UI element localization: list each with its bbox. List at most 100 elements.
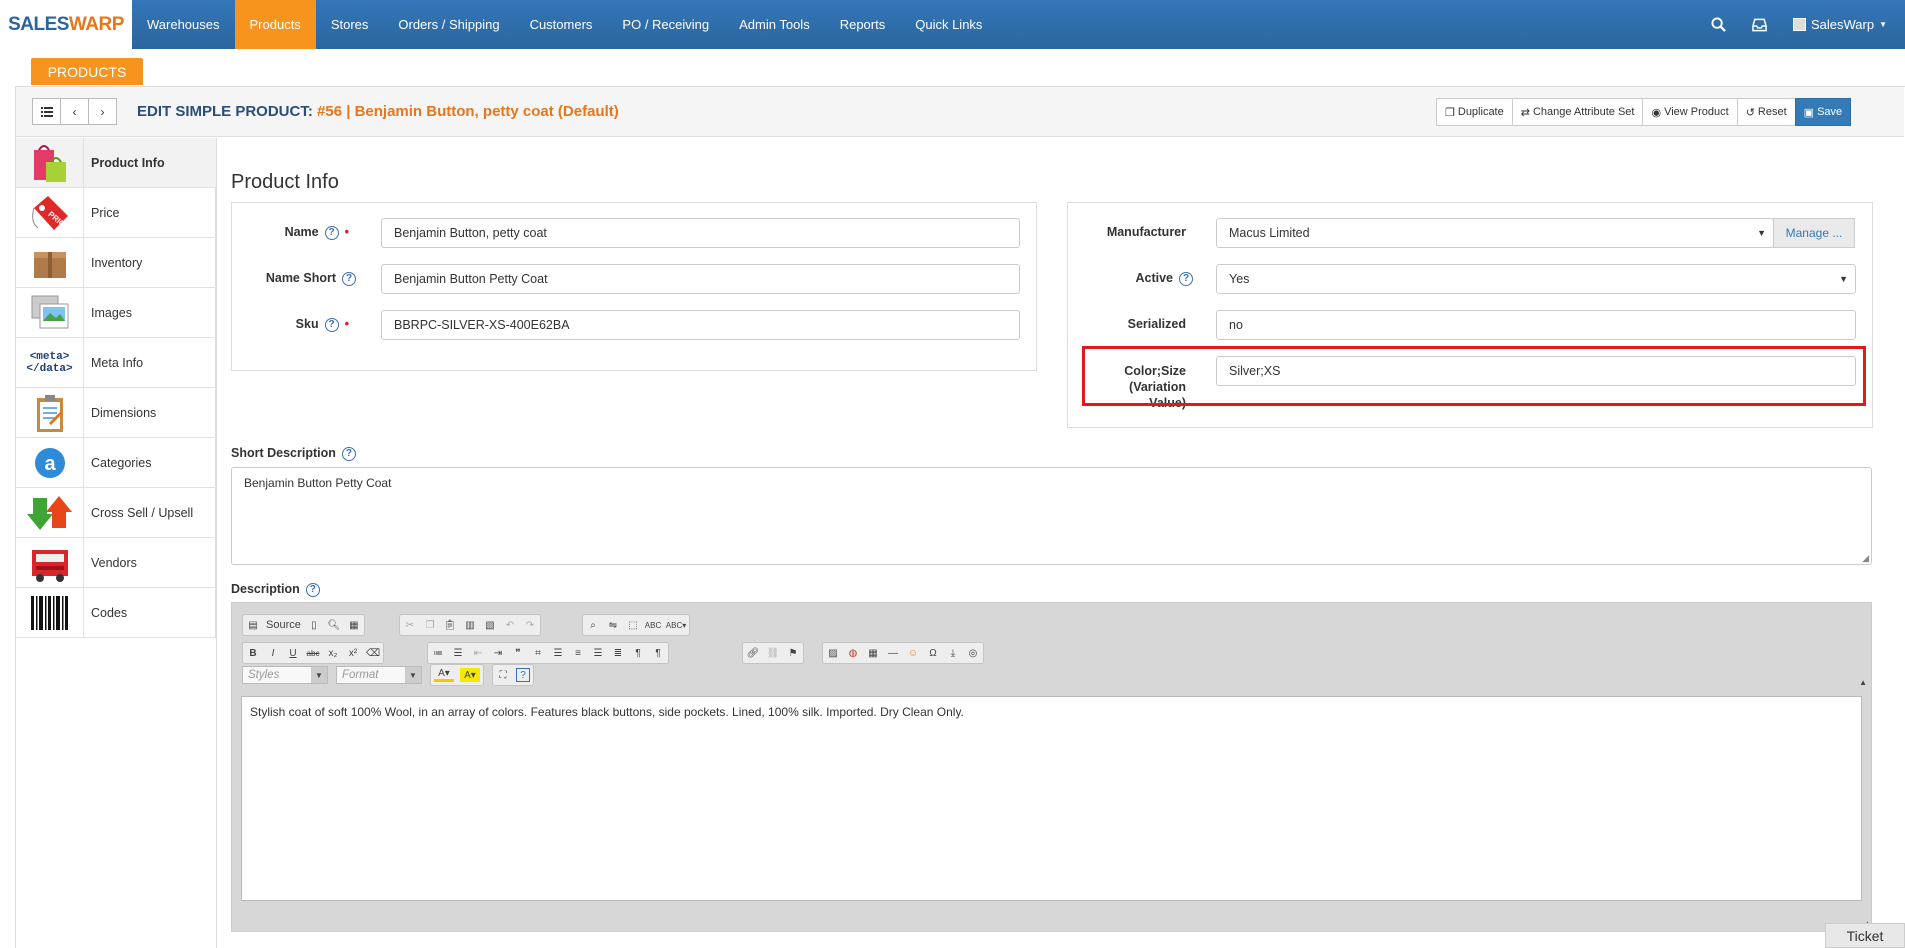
sidebar-item-categories[interactable]: a Categories [16, 437, 216, 488]
italic-icon[interactable]: I [266, 646, 280, 660]
format-dropdown[interactable]: Format ▼ [336, 666, 422, 684]
flash-icon[interactable]: ◍ [846, 646, 860, 660]
help-icon[interactable]: ? [1179, 271, 1193, 286]
source-button[interactable]: Source [266, 619, 301, 631]
div-container-icon[interactable]: ⌗ [531, 646, 545, 660]
align-left-icon[interactable]: ☰ [551, 646, 565, 660]
iframe-icon[interactable]: ◎ [966, 646, 980, 660]
resize-handle-icon[interactable]: ◢ [1862, 553, 1869, 564]
nav-item-po-receiving[interactable]: PO / Receiving [607, 0, 724, 49]
short-description-textarea[interactable]: Benjamin Button Petty Coat ◢ [231, 467, 1872, 565]
ticket-button[interactable]: Ticket [1825, 923, 1905, 948]
name-short-input[interactable]: Benjamin Button Petty Coat [381, 264, 1020, 294]
user-menu[interactable]: SalesWarp ▼ [1792, 17, 1887, 32]
sidebar-item-cross-sell-upsell[interactable]: Cross Sell / Upsell [16, 487, 216, 538]
select-all-icon[interactable]: ⬚ [626, 618, 640, 632]
manufacturer-select[interactable]: Macus Limited ▼ [1216, 218, 1774, 248]
replace-icon[interactable]: ⇋ [606, 618, 620, 632]
list-view-button[interactable] [32, 98, 61, 125]
nav-item-warehouses[interactable]: Warehouses [132, 0, 235, 49]
help-icon[interactable]: ? [341, 446, 356, 461]
bold-icon[interactable]: B [246, 646, 260, 660]
maximize-icon[interactable]: ⛶ [496, 668, 510, 682]
editor-content-area[interactable]: Stylish coat of soft 100% Wool, in an ar… [241, 696, 1862, 901]
active-select[interactable]: Yes ▼ [1216, 264, 1856, 294]
nav-item-admin-tools[interactable]: Admin Tools [724, 0, 825, 49]
find-icon[interactable]: ⌕ [586, 618, 600, 632]
collapse-toolbar-icon[interactable]: ▲ [1859, 678, 1867, 687]
cut-icon[interactable]: ✂ [403, 618, 417, 632]
paste-text-icon[interactable]: ▥ [463, 618, 477, 632]
products-section-tab[interactable]: PRODUCTS [31, 58, 143, 85]
underline-icon[interactable]: U [286, 646, 300, 660]
sidebar-item-vendors[interactable]: Vendors [16, 537, 216, 588]
templates-icon[interactable]: ▦ [347, 618, 361, 632]
nav-item-products[interactable]: Products [234, 0, 316, 49]
horizontal-line-icon[interactable]: — [886, 646, 900, 660]
superscript-icon[interactable]: x² [346, 646, 360, 660]
save-button[interactable]: ▣ Save [1794, 98, 1852, 126]
help-icon[interactable]: ? [305, 582, 320, 597]
paste-icon[interactable]: 📋︎ [443, 618, 457, 632]
paste-word-icon[interactable]: ▧ [483, 618, 497, 632]
reset-button[interactable]: ↺ Reset [1736, 98, 1796, 126]
remove-format-icon[interactable]: ⌫ [366, 646, 380, 660]
sidebar-item-product-info[interactable]: Product Info [16, 137, 216, 188]
sidebar-item-inventory[interactable]: Inventory [16, 237, 216, 288]
outdent-icon[interactable]: ⇤ [471, 646, 485, 660]
link-icon[interactable]: 🔗︎ [746, 646, 760, 660]
text-direction-rtl-icon[interactable]: ¶ [651, 646, 665, 660]
align-right-icon[interactable]: ☰ [591, 646, 605, 660]
anchor-flag-icon[interactable]: ⚑ [786, 646, 800, 660]
bulleted-list-icon[interactable]: ☰ [451, 646, 465, 660]
about-help-icon[interactable]: ? [516, 668, 530, 682]
align-center-icon[interactable]: ≡ [571, 646, 585, 660]
image-icon[interactable]: ▨ [826, 646, 840, 660]
indent-icon[interactable]: ⇥ [491, 646, 505, 660]
subscript-icon[interactable]: x₂ [326, 646, 340, 660]
undo-icon[interactable]: ↶ [503, 618, 517, 632]
nav-item-customers[interactable]: Customers [515, 0, 608, 49]
nav-item-quick-links[interactable]: Quick Links [900, 0, 997, 49]
duplicate-button[interactable]: ❐ Duplicate [1436, 98, 1513, 126]
preview-icon[interactable]: 🔍︎ [327, 618, 341, 632]
styles-dropdown[interactable]: Styles ▼ [242, 666, 328, 684]
new-page-icon[interactable]: ▯ [307, 618, 321, 632]
spellcheck-icon[interactable]: ABC [645, 618, 661, 632]
serialized-input[interactable]: no [1216, 310, 1856, 340]
saleswarp-logo[interactable]: SALES WARP [0, 0, 132, 49]
help-icon[interactable]: ? [324, 225, 339, 240]
sku-input[interactable]: BBRPC-SILVER-XS-400E62BA [381, 310, 1020, 340]
special-char-icon[interactable]: Ω [926, 646, 940, 660]
previous-record-button[interactable]: ‹ [60, 98, 89, 125]
help-icon[interactable]: ? [342, 271, 356, 286]
help-icon[interactable]: ? [324, 317, 339, 332]
sidebar-item-images[interactable]: Images [16, 287, 216, 338]
next-record-button[interactable]: › [88, 98, 117, 125]
background-color-icon[interactable]: A▾ [460, 668, 480, 682]
nav-item-orders-shipping[interactable]: Orders / Shipping [383, 0, 514, 49]
table-icon[interactable]: ▦ [866, 646, 880, 660]
name-input[interactable]: Benjamin Button, petty coat [381, 218, 1020, 248]
page-break-icon[interactable]: ⤓ [946, 646, 960, 660]
sidebar-item-dimensions[interactable]: Dimensions [16, 387, 216, 438]
nav-item-reports[interactable]: Reports [825, 0, 901, 49]
search-icon[interactable] [1711, 17, 1726, 32]
change-attribute-set-button[interactable]: ⇄ Change Attribute Set [1511, 98, 1644, 126]
sidebar-item-meta-info[interactable]: <meta> </data> Meta Info [16, 337, 216, 388]
blockquote-icon[interactable]: ❞ [511, 646, 525, 660]
nav-item-stores[interactable]: Stores [316, 0, 384, 49]
sidebar-item-codes[interactable]: Codes [16, 587, 216, 638]
copy-icon[interactable]: ❐ [423, 618, 437, 632]
text-color-icon[interactable]: A▾ [434, 668, 454, 682]
smiley-icon[interactable]: ☺ [906, 646, 920, 660]
numbered-list-icon[interactable]: ≔ [431, 646, 445, 660]
inbox-icon[interactable] [1752, 18, 1767, 32]
sidebar-item-price[interactable]: PRICE Price [16, 187, 216, 238]
text-direction-ltr-icon[interactable]: ¶ [631, 646, 645, 660]
justify-icon[interactable]: ≣ [611, 646, 625, 660]
manage-manufacturer-button[interactable]: Manage ... [1773, 218, 1855, 248]
strikethrough-icon[interactable]: abc [306, 646, 320, 660]
source-icon[interactable]: ▤ [246, 618, 260, 632]
unlink-icon[interactable]: ⛓ [766, 646, 780, 660]
